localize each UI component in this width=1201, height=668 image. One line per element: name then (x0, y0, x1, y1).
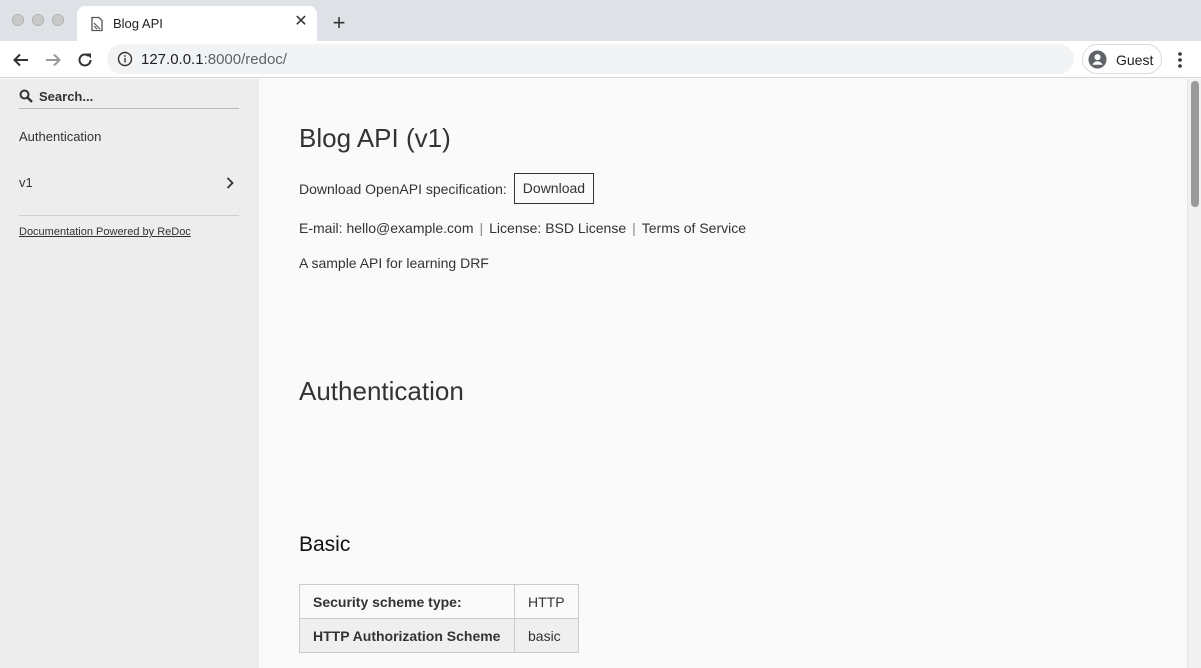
api-description: A sample API for learning DRF (299, 255, 489, 271)
url-host: 127.0.0.1 (141, 51, 204, 68)
table-key: HTTP Authorization Scheme (299, 618, 515, 653)
license-link[interactable]: BSD License (545, 220, 626, 236)
separator: | (632, 220, 636, 236)
search-box (19, 87, 239, 109)
redoc-sidebar: Authentication v1 Documentation Powered … (0, 79, 259, 668)
security-scheme-table: Security scheme type: HTTP HTTP Authoriz… (299, 584, 579, 653)
authentication-heading: Authentication (299, 376, 464, 406)
terms-link[interactable]: Terms of Service (642, 220, 746, 236)
table-key: Security scheme type: (299, 584, 515, 619)
document-icon (91, 16, 103, 32)
search-input[interactable] (39, 87, 235, 105)
profile-button[interactable]: Guest (1082, 44, 1162, 74)
profile-label: Guest (1116, 52, 1154, 68)
table-value: HTTP (514, 584, 579, 619)
basic-heading: Basic (299, 533, 351, 556)
page-title: Blog API (v1) (299, 123, 451, 153)
table-row: HTTP Authorization Scheme basic (299, 618, 579, 653)
reload-icon[interactable] (73, 48, 97, 72)
window-zoom-dot[interactable] (52, 14, 64, 26)
email-label: E-mail: (299, 220, 343, 236)
browser-tab[interactable]: Blog API ✕ (77, 6, 317, 41)
avatar-icon (1088, 50, 1107, 69)
window-close-dot[interactable] (12, 14, 24, 26)
table-row: Security scheme type: HTTP (299, 584, 579, 619)
url-text: 127.0.0.1:8000/redoc/ (141, 51, 287, 68)
download-button[interactable]: Download (513, 173, 595, 204)
new-tab-icon[interactable]: + (327, 11, 351, 35)
table-value: basic (514, 618, 579, 653)
download-label: Download OpenAPI specification: (299, 180, 507, 197)
sidebar-item-authentication[interactable]: Authentication (0, 122, 259, 152)
chevron-right-icon (226, 177, 234, 189)
powered-by-link[interactable]: Documentation Powered by ReDoc (19, 226, 191, 238)
page-scrollbar[interactable] (1187, 79, 1201, 668)
api-content: Blog API (v1) Download OpenAPI specifica… (259, 79, 1187, 668)
search-icon (19, 89, 33, 103)
more-vert-icon[interactable] (1172, 49, 1188, 71)
tab-strip: Blog API ✕ + (0, 0, 1201, 41)
download-row: Download OpenAPI specification: Download (299, 173, 595, 204)
sidebar-item-v1[interactable]: v1 (0, 168, 259, 198)
url-path: :8000/redoc/ (203, 51, 287, 68)
sidebar-item-label: Authentication (19, 129, 102, 144)
tab-close-icon[interactable]: ✕ (291, 12, 311, 32)
browser-toolbar: 127.0.0.1:8000/redoc/ Guest (0, 41, 1201, 78)
window-minimize-dot[interactable] (32, 14, 44, 26)
scrollbar-thumb[interactable] (1191, 81, 1199, 207)
info-icon[interactable] (117, 51, 133, 67)
sidebar-item-label: v1 (19, 175, 33, 190)
separator: | (479, 220, 484, 236)
license-label: License: (489, 220, 542, 236)
back-arrow-icon[interactable] (9, 48, 33, 72)
contact-info: E-mail: hello@example.com | License: BSD L… (299, 220, 746, 236)
sidebar-divider (19, 215, 239, 216)
tab-title: Blog API (113, 16, 163, 31)
email-link[interactable]: hello@example.com (346, 220, 473, 236)
forward-arrow-icon[interactable] (41, 48, 65, 72)
address-bar[interactable]: 127.0.0.1:8000/redoc/ (107, 44, 1074, 74)
